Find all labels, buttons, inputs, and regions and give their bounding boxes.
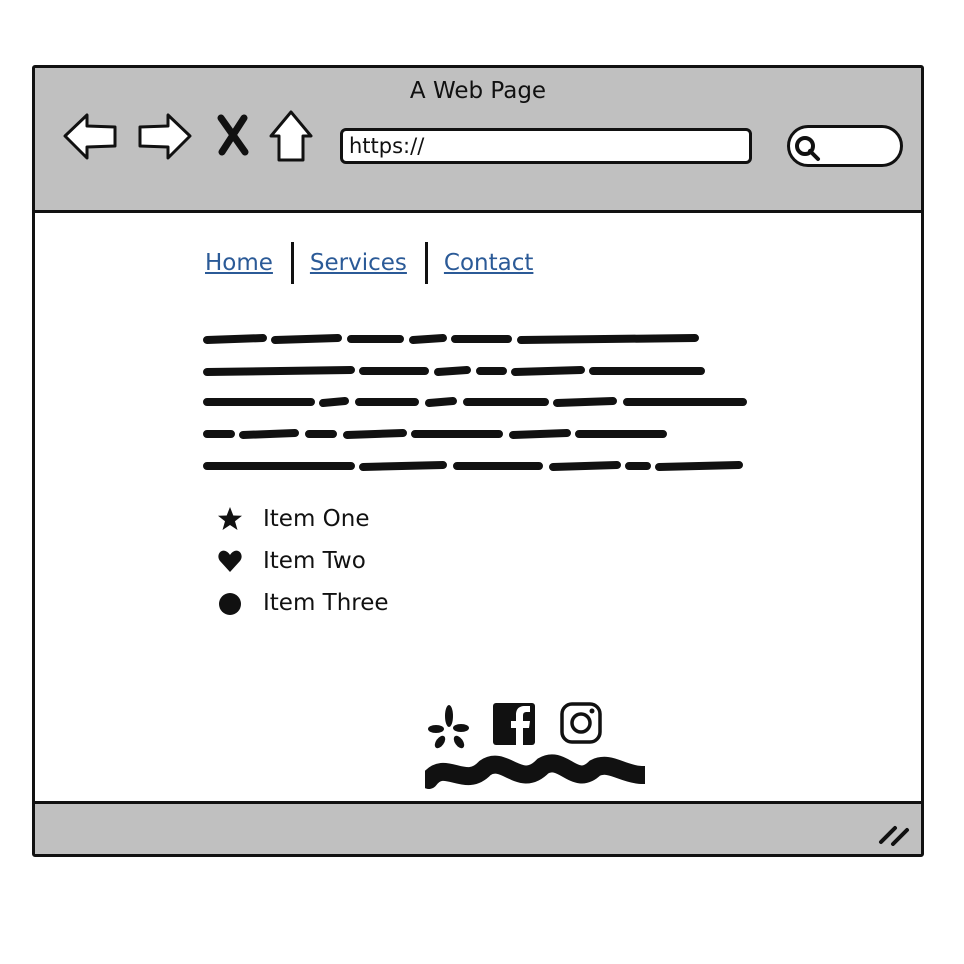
resize-grip-icon[interactable] xyxy=(877,818,913,846)
instagram-icon[interactable] xyxy=(560,702,602,744)
nav-divider xyxy=(424,242,428,284)
search-icon xyxy=(795,136,820,161)
list-item-label: Item Three xyxy=(263,590,389,616)
list-item: Item Two xyxy=(217,540,389,582)
url-field[interactable]: https:// xyxy=(340,128,752,164)
title-bar: A Web Page https:// xyxy=(35,68,921,213)
placeholder-text-scribble xyxy=(203,334,747,471)
back-arrow-icon[interactable] xyxy=(61,110,119,162)
social-footer xyxy=(425,702,645,789)
status-bar xyxy=(35,801,921,854)
nav-divider xyxy=(290,242,294,284)
circle-icon xyxy=(219,593,241,615)
home-icon[interactable] xyxy=(267,108,315,164)
list-item-label: Item One xyxy=(263,506,370,532)
close-icon[interactable] xyxy=(217,114,249,156)
heart-icon xyxy=(218,550,242,572)
nav-links: Home Services Contact xyxy=(205,242,533,284)
nav-link-services[interactable]: Services xyxy=(310,250,407,276)
star-icon xyxy=(218,507,242,530)
nav-link-contact[interactable]: Contact xyxy=(444,250,533,276)
window-title: A Web Page xyxy=(409,78,547,104)
list-item: Item One xyxy=(217,498,389,540)
nav-link-home[interactable]: Home xyxy=(205,250,273,276)
item-list: Item One Item Two Item Three xyxy=(217,498,389,624)
search-field[interactable] xyxy=(787,125,903,167)
list-item-label: Item Two xyxy=(263,548,366,574)
forward-arrow-icon[interactable] xyxy=(136,110,194,162)
yelp-icon[interactable] xyxy=(428,705,469,750)
facebook-icon[interactable] xyxy=(493,703,535,745)
list-item: Item Three xyxy=(217,582,389,624)
browser-window: A Web Page https:// Home Services Contac… xyxy=(32,65,924,857)
footer-text-scribble xyxy=(425,754,645,789)
